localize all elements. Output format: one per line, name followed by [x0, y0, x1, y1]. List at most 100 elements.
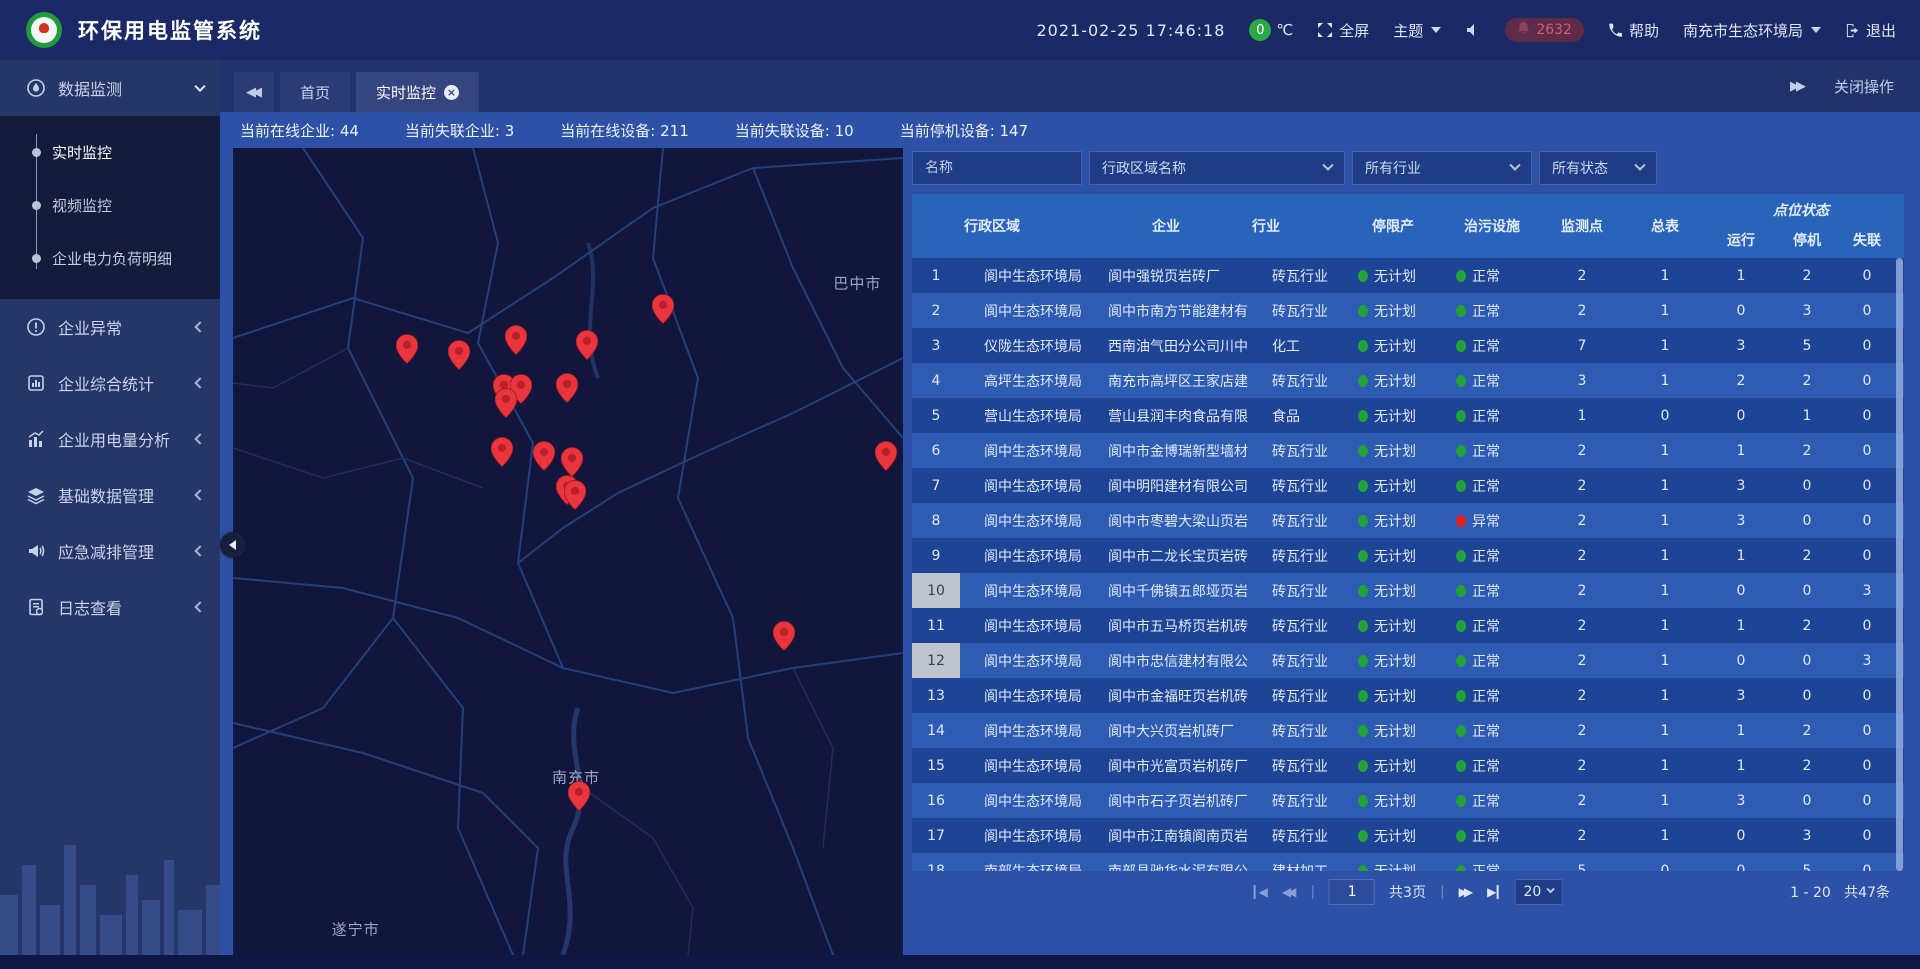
filter-bar: 行政区域名称 所有行业 所有状态 — [912, 148, 1904, 188]
map-pin-10[interactable] — [533, 441, 555, 471]
row-number: 17 — [912, 818, 960, 853]
table-row[interactable]: 18南部生态环境局南部县驰华水泥有限公建材加工无计划正常50050 — [912, 853, 1904, 871]
cell-monitor-count: 1 — [1542, 408, 1622, 424]
table-row[interactable]: 13阆中生态环境局阆中市金福旺页岩机砖砖瓦行业无计划正常21300 — [912, 678, 1904, 713]
last-page-button[interactable]: ▶ — [1487, 885, 1498, 899]
fullscreen-button[interactable]: 全屏 — [1317, 20, 1369, 41]
table-row[interactable]: 12阆中生态环境局阆中市忠信建材有限公砖瓦行业无计划正常21003 — [912, 643, 1904, 678]
cell-monitor-count: 2 — [1542, 443, 1622, 459]
table-row[interactable]: 10阆中生态环境局阆中千佛镇五郎垭页岩砖瓦行业无计划正常21003 — [912, 573, 1904, 608]
chart-icon — [26, 429, 46, 449]
table-row[interactable]: 14阆中生态环境局阆中大兴页岩机砖厂砖瓦行业无计划正常21120 — [912, 713, 1904, 748]
map-pin-3[interactable] — [576, 330, 598, 360]
tab-home[interactable]: 首页 — [280, 72, 350, 112]
map-roads — [233, 148, 903, 955]
table-row[interactable]: 17阆中生态环境局阆中市江南镇阆南页岩砖瓦行业无计划正常21030 — [912, 818, 1904, 853]
chevron-down-icon — [1546, 885, 1554, 893]
next-page-button[interactable]: ▶▶ — [1459, 885, 1473, 899]
map-pin-1[interactable] — [448, 340, 470, 370]
status-dot-icon — [1456, 340, 1466, 352]
facility-status-text: 正常 — [1472, 861, 1500, 872]
prev-page-button[interactable]: ◀◀ — [1282, 885, 1296, 899]
map-pin-0[interactable] — [396, 334, 418, 364]
sidebar-item-3[interactable]: 企业用电量分析 — [0, 411, 220, 467]
datetime: 2021-02-25 17:46:18 — [1036, 21, 1225, 40]
cell-monitor-count: 2 — [1542, 653, 1622, 669]
help-button[interactable]: 帮助 — [1608, 20, 1659, 41]
tabs-scroll-left-button[interactable]: ◀◀ — [234, 72, 274, 112]
table-row[interactable]: 3仪陇生态环境局西南油气田分公司川中化工无计划正常71350 — [912, 328, 1904, 363]
cell-lost-count: 3 — [1840, 583, 1894, 599]
map-pin-8[interactable] — [495, 388, 517, 418]
status-select[interactable]: 所有状态 — [1539, 151, 1657, 185]
cell-meter-count: 1 — [1622, 618, 1708, 634]
sidebar-subitem-1[interactable]: 视频监控 — [0, 179, 220, 232]
table-row[interactable]: 9阆中生态环境局阆中市二龙长宝页岩砖砖瓦行业无计划正常21120 — [912, 538, 1904, 573]
map-pin-16[interactable] — [568, 781, 590, 811]
cell-run-count: 1 — [1708, 723, 1774, 739]
org-menu[interactable]: 南充市生态环境局 — [1683, 20, 1821, 41]
region-select[interactable]: 行政区域名称 — [1089, 151, 1345, 185]
map-pin-4[interactable] — [652, 294, 674, 324]
industry-select[interactable]: 所有行业 — [1352, 151, 1532, 185]
cell-region: 阆中生态环境局 — [960, 581, 1084, 601]
first-page-button[interactable]: ◀ — [1254, 885, 1268, 899]
cell-lost-count: 0 — [1840, 723, 1894, 739]
table-row[interactable]: 8阆中生态环境局阆中市枣碧大梁山页岩砖瓦行业无计划异常21300 — [912, 503, 1904, 538]
table-scrollbar[interactable] — [1896, 258, 1903, 871]
cell-industry: 砖瓦行业 — [1248, 651, 1344, 671]
cell-company: 阆中市忠信建材有限公 — [1084, 651, 1248, 671]
map-pin-14[interactable] — [875, 441, 897, 471]
table-row[interactable]: 1阆中生态环境局阆中强锐页岩砖厂砖瓦行业无计划正常21120 — [912, 258, 1904, 293]
theme-button[interactable]: 主题 — [1393, 20, 1441, 41]
table-row[interactable]: 16阆中生态环境局阆中市石子页岩机砖厂砖瓦行业无计划正常21300 — [912, 783, 1904, 818]
notification-badge[interactable]: 2632 — [1505, 18, 1584, 42]
map-pin-13[interactable] — [564, 480, 586, 510]
cell-limit-status: 无计划 — [1344, 686, 1442, 706]
logout-button[interactable]: 退出 — [1845, 20, 1896, 41]
tab-realtime-monitor[interactable]: 实时监控 × — [356, 72, 479, 112]
cell-stop-count: 2 — [1774, 723, 1840, 739]
table-row[interactable]: 5营山生态环境局营山县润丰肉食品有限食品无计划正常10010 — [912, 398, 1904, 433]
cell-company: 西南油气田分公司川中 — [1084, 336, 1248, 356]
table-row[interactable]: 7阆中生态环境局阆中明阳建材有限公司砖瓦行业无计划正常21300 — [912, 468, 1904, 503]
sidebar-item-6[interactable]: 日志查看 — [0, 579, 220, 635]
sidebar-subitem-0[interactable]: 实时监控 — [0, 126, 220, 179]
tabs-scroll-right-button[interactable]: ▶▶ — [1790, 79, 1806, 94]
map-pin-9[interactable] — [491, 437, 513, 467]
cell-monitor-count: 2 — [1542, 618, 1622, 634]
page-size-select[interactable]: 20 — [1514, 879, 1562, 905]
mute-button[interactable] — [1465, 22, 1481, 38]
table-row[interactable]: 11阆中生态环境局阆中市五马桥页岩机砖砖瓦行业无计划正常21120 — [912, 608, 1904, 643]
map-pin-2[interactable] — [505, 325, 527, 355]
map-panel[interactable]: 巴中市南充市遂宁市 — [233, 148, 903, 955]
map-pin-15[interactable] — [773, 621, 795, 651]
sidebar-item-0[interactable]: 数据监测 — [0, 60, 220, 116]
sidebar-collapse-handle[interactable] — [220, 532, 246, 558]
map-pin-7[interactable] — [556, 373, 578, 403]
cell-monitor-count: 2 — [1542, 793, 1622, 809]
page-number-input[interactable] — [1329, 879, 1375, 905]
cell-industry: 砖瓦行业 — [1248, 371, 1344, 391]
sidebar-item-2[interactable]: 企业综合统计 — [0, 355, 220, 411]
close-operations-button[interactable]: 关闭操作 — [1834, 76, 1894, 97]
sidebar-item-4[interactable]: 基础数据管理 — [0, 467, 220, 523]
table-row[interactable]: 2阆中生态环境局阆中市南方节能建材有砖瓦行业无计划正常21030 — [912, 293, 1904, 328]
sidebar-subitem-2[interactable]: 企业电力负荷明细 — [0, 232, 220, 285]
cell-industry: 化工 — [1248, 336, 1344, 356]
table-row[interactable]: 6阆中生态环境局阆中市金博瑞新型墙材砖瓦行业无计划正常21120 — [912, 433, 1904, 468]
sidebar-item-1[interactable]: 企业异常 — [0, 299, 220, 355]
cell-industry: 砖瓦行业 — [1248, 266, 1344, 286]
table-header: 行政区域 企业 行业 停限产 治污设施 监测点 总表 点位状态 运行 停机 失联 — [912, 194, 1904, 258]
status-dot-icon — [1358, 270, 1368, 282]
tab-close-icon[interactable]: × — [444, 85, 459, 100]
map-pin-11[interactable] — [561, 447, 583, 477]
cell-limit-status: 无计划 — [1344, 616, 1442, 636]
table-row[interactable]: 4高坪生态环境局南充市高坪区王家店建砖瓦行业无计划正常31220 — [912, 363, 1904, 398]
sidebar-item-5[interactable]: 应急减排管理 — [0, 523, 220, 579]
cell-lost-count: 3 — [1840, 653, 1894, 669]
name-filter-input[interactable] — [925, 160, 1069, 176]
limit-status-text: 无计划 — [1374, 756, 1416, 776]
industry-select-value: 所有行业 — [1365, 158, 1421, 178]
table-row[interactable]: 15阆中生态环境局阆中市光富页岩机砖厂砖瓦行业无计划正常21120 — [912, 748, 1904, 783]
